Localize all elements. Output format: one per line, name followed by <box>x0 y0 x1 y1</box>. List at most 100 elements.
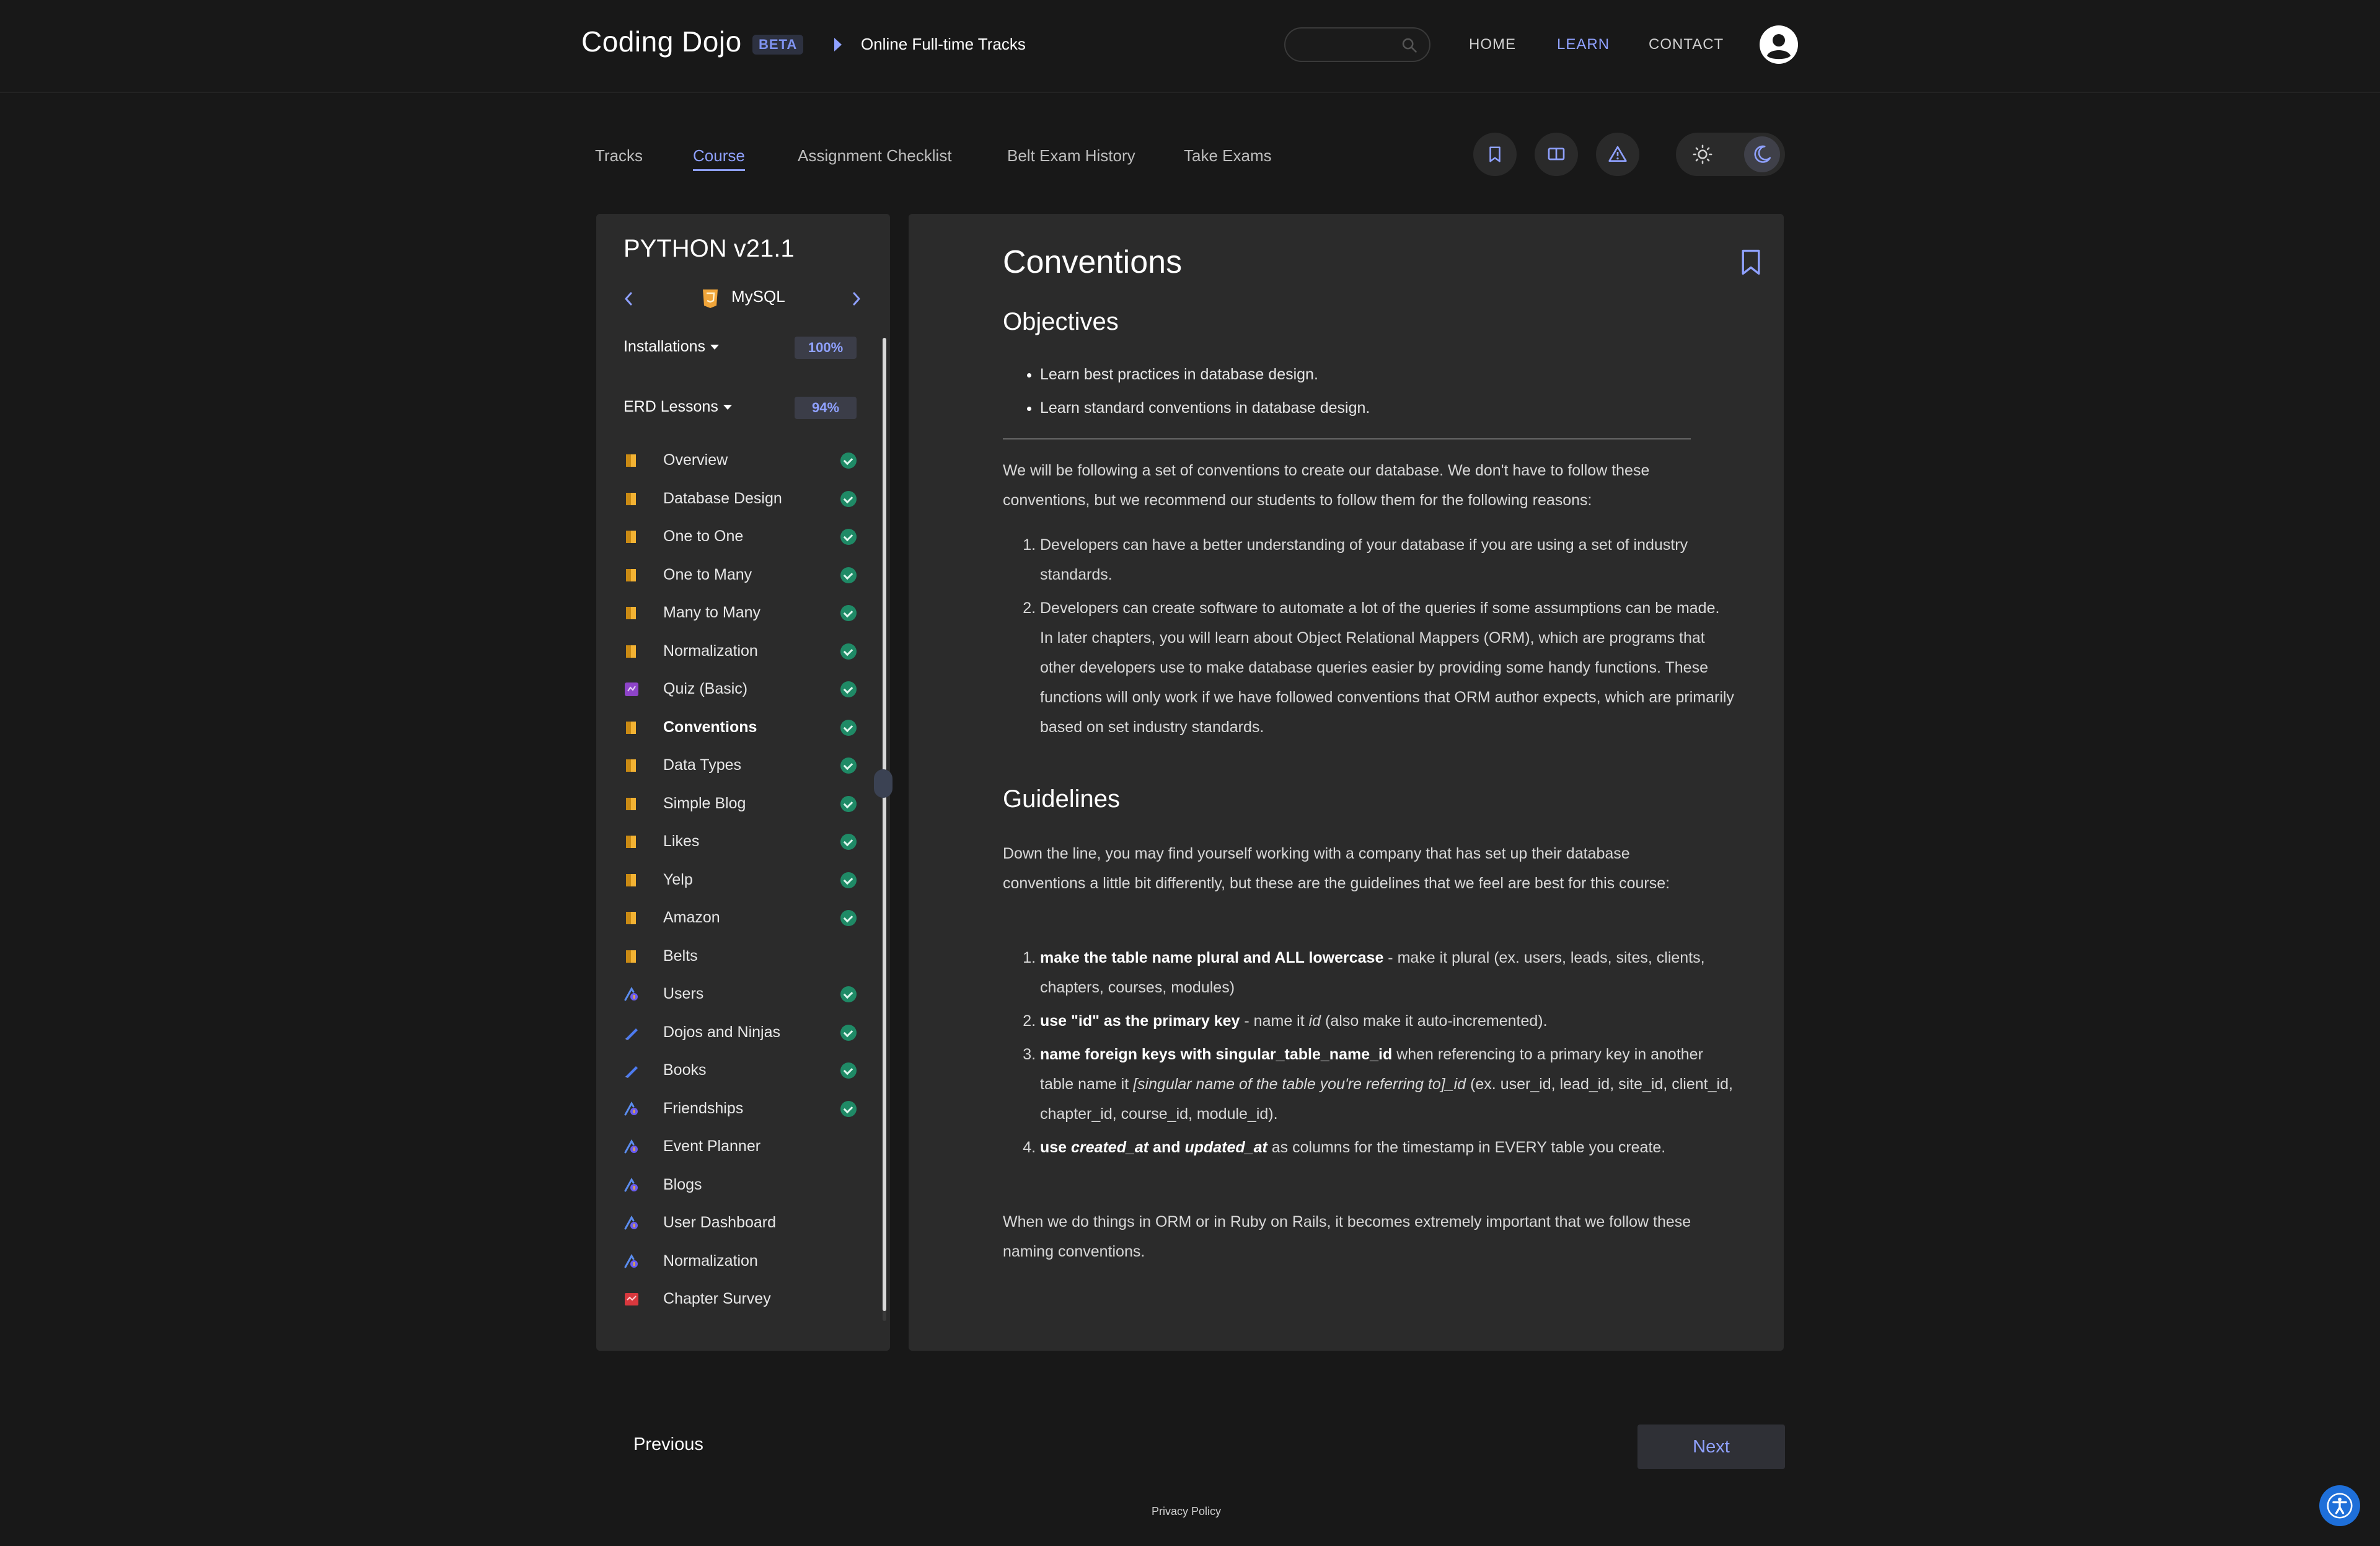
privacy-policy-link[interactable]: Privacy Policy <box>1152 1505 1221 1518</box>
sun-icon <box>1693 144 1712 164</box>
lesson-item[interactable]: Dojos and Ninjas <box>624 1017 857 1048</box>
tab-take-exams[interactable]: Take Exams <box>1184 146 1272 166</box>
breadcrumb-caret-icon <box>834 38 842 51</box>
search-icon <box>1402 38 1417 53</box>
completed-check-icon <box>840 605 857 621</box>
reasons-list: Developers can have a better understandi… <box>1003 530 1734 746</box>
lesson-item[interactable]: Conventions <box>624 712 857 743</box>
lesson-label: Database Design <box>663 489 782 507</box>
lesson-label: Yelp <box>663 870 693 888</box>
lesson-reading-icon <box>624 643 640 660</box>
lesson-survey-icon <box>624 1291 640 1307</box>
page-title: Conventions <box>1003 244 1183 280</box>
lesson-item[interactable]: One to One <box>624 521 857 552</box>
lesson-item[interactable]: Amazon <box>624 903 857 934</box>
lesson-item[interactable]: Yelp <box>624 865 857 896</box>
tab-assignment-checklist[interactable]: Assignment Checklist <box>798 146 952 166</box>
lesson-item[interactable]: Data Types <box>624 750 857 781</box>
guideline-bold: use "id" as the primary key <box>1040 1012 1240 1030</box>
section-installations[interactable]: Installations <box>624 338 720 356</box>
lesson-item[interactable]: Chapter Survey <box>624 1284 857 1315</box>
lesson-item[interactable]: Many to Many <box>624 598 857 629</box>
tab-course[interactable]: Course <box>693 146 745 171</box>
bookmark-icon[interactable] <box>1740 249 1761 276</box>
lesson-label: Amazon <box>663 909 720 926</box>
nav-home[interactable]: HOME <box>1469 36 1516 53</box>
lesson-item[interactable]: One to Many <box>624 560 857 591</box>
tab-tracks[interactable]: Tracks <box>595 146 643 166</box>
collapse-sidebar-handle[interactable] <box>874 769 892 798</box>
lesson-label: Quiz (Basic) <box>663 680 748 697</box>
list-item: make the table name plural and ALL lower… <box>1040 943 1734 1002</box>
theme-toggle[interactable] <box>1676 133 1785 176</box>
lesson-label: Data Types <box>663 756 742 774</box>
next-button[interactable]: Next <box>1637 1425 1785 1469</box>
accessibility-icon <box>2327 1493 2353 1519</box>
report-issue-button[interactable] <box>1596 133 1639 176</box>
lesson-item[interactable]: Database Design <box>624 484 857 515</box>
scrollbar-thumb[interactable] <box>883 338 886 1311</box>
completed-check-icon <box>840 567 857 583</box>
guideline-bold: name foreign keys with singular_table_na… <box>1040 1046 1393 1063</box>
completed-check-icon <box>840 795 857 812</box>
previous-button[interactable]: Previous <box>633 1434 703 1455</box>
guideline-text: - name it <box>1240 1012 1309 1030</box>
search-input[interactable] <box>1284 27 1430 62</box>
lesson-reading-icon <box>624 720 640 736</box>
guideline-text: as columns for the timestamp in EVERY ta… <box>1267 1139 1666 1156</box>
lesson-item[interactable]: Normalization <box>624 636 857 667</box>
bookmarks-button[interactable] <box>1473 133 1517 176</box>
lesson-reading-icon <box>624 529 640 545</box>
lesson-label: Many to Many <box>663 604 761 621</box>
lesson-item[interactable]: Books <box>624 1055 857 1086</box>
lesson-item[interactable]: Quiz (Basic) <box>624 674 857 705</box>
completed-check-icon <box>840 1100 857 1117</box>
list-item: name foreign keys with singular_table_na… <box>1040 1040 1734 1129</box>
closing-paragraph: When we do things in ORM or in Ruby on R… <box>1003 1213 1691 1260</box>
accessibility-button[interactable] <box>2319 1485 2360 1526</box>
lesson-item[interactable]: Normalization <box>624 1246 857 1277</box>
breadcrumb-track[interactable]: Online Full-time Tracks <box>861 35 1026 54</box>
completed-check-icon <box>840 986 857 1002</box>
lesson-assignment-icon <box>624 986 640 1002</box>
lesson-item[interactable]: Users <box>624 979 857 1010</box>
lesson-item[interactable]: User Dashboard <box>624 1208 857 1239</box>
user-avatar-icon[interactable] <box>1759 25 1799 64</box>
lesson-label: Belts <box>663 947 698 965</box>
nav-learn[interactable]: LEARN <box>1557 36 1610 53</box>
lesson-reading-icon <box>624 758 640 774</box>
chevron-left-icon[interactable] <box>622 289 635 308</box>
top-header: Coding Dojo BETA Online Full-time Tracks… <box>0 0 2380 93</box>
lesson-label: Simple Blog <box>663 794 746 812</box>
completed-check-icon <box>840 834 857 850</box>
lesson-reading-icon <box>624 948 640 965</box>
lesson-item[interactable]: Simple Blog <box>624 788 857 819</box>
lesson-item[interactable]: Overview <box>624 445 857 476</box>
completed-check-icon <box>840 453 857 469</box>
brand-logo[interactable]: Coding Dojo <box>581 25 742 58</box>
completed-check-icon <box>840 910 857 926</box>
lesson-label: Chapter Survey <box>663 1290 771 1307</box>
notes-button[interactable] <box>1535 133 1578 176</box>
lesson-reading-icon <box>624 796 640 812</box>
chevron-right-icon[interactable] <box>850 289 863 308</box>
lesson-label: Event Planner <box>663 1137 761 1155</box>
lesson-item[interactable]: Event Planner <box>624 1131 857 1162</box>
section-label: Installations <box>624 338 706 355</box>
completed-check-icon <box>840 758 857 774</box>
tab-belt-exam-history[interactable]: Belt Exam History <box>1007 146 1135 166</box>
light-mode-button[interactable] <box>1685 136 1721 172</box>
lesson-item[interactable]: Belts <box>624 941 857 972</box>
nav-contact[interactable]: CONTACT <box>1649 36 1724 53</box>
lesson-label: Users <box>663 985 704 1002</box>
objectives-heading: Objectives <box>1003 308 1119 335</box>
lesson-assignment-icon <box>624 1215 640 1231</box>
lesson-reading-icon <box>624 834 640 850</box>
list-item: Developers can create software to automa… <box>1040 593 1734 742</box>
lesson-item[interactable]: Likes <box>624 826 857 857</box>
lesson-item[interactable]: Friendships <box>624 1093 857 1124</box>
section-erd-lessons[interactable]: ERD Lessons <box>624 398 732 416</box>
list-item: Learn standard conventions in database d… <box>1040 391 1728 425</box>
lesson-item[interactable]: Blogs <box>624 1170 857 1201</box>
dark-mode-button[interactable] <box>1744 136 1780 172</box>
